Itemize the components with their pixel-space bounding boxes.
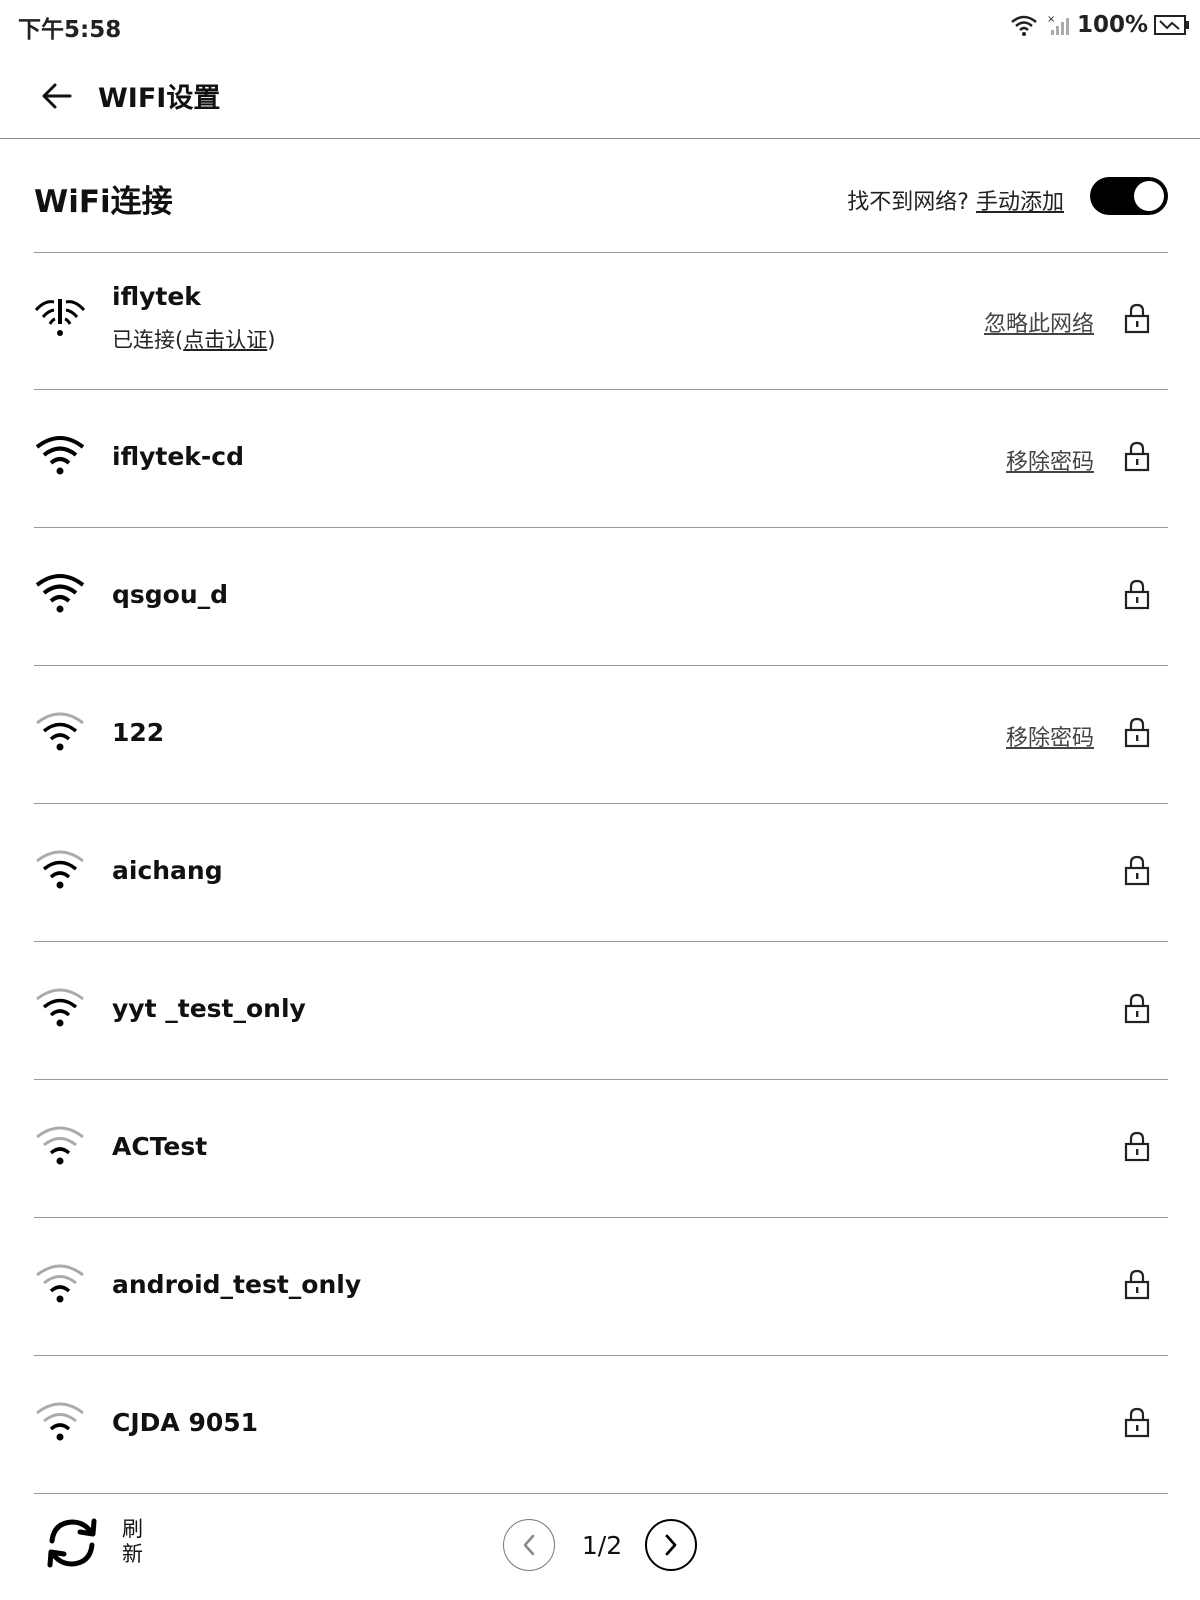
refresh-icon <box>47 1518 97 1568</box>
wifi-row[interactable]: yyt _test_only <box>34 942 1168 1080</box>
toggle-knob <box>1134 181 1164 211</box>
lock-icon <box>1124 1131 1150 1162</box>
wifi-strong-icon <box>35 574 85 613</box>
ssid: ACTest <box>112 1132 208 1161</box>
page-indicator: 1/2 <box>581 1531 623 1560</box>
lock-icon <box>1124 1269 1150 1300</box>
ssid: qsgou_d <box>112 580 229 609</box>
signal-icon: × <box>1047 14 1069 35</box>
lock-icon <box>1124 855 1150 886</box>
wifi-auth-icon <box>34 299 86 336</box>
chevron-left-icon <box>523 1534 535 1556</box>
battery-charging-icon <box>1154 15 1189 35</box>
lock-icon <box>1124 717 1150 748</box>
status-time: 下午5:58 <box>18 17 122 43</box>
status-bar: 下午5:58 × 100% <box>0 0 1200 48</box>
wifi-toggle[interactable] <box>1090 177 1168 215</box>
hint-text: 找不到网络? <box>847 190 969 215</box>
next-page-button[interactable] <box>645 1519 697 1571</box>
previous-page-button[interactable] <box>503 1519 555 1571</box>
connection-status: 已连接(点击认证) <box>112 324 275 354</box>
remove-password-link[interactable]: 移除密码 <box>1006 444 1094 476</box>
refresh-label: 刷新 <box>122 1517 143 1566</box>
ssid: iflytek-cd <box>112 442 245 471</box>
wifi-row[interactable]: iflytek 已连接(点击认证) 忽略此网络 <box>34 252 1168 390</box>
wifi-row[interactable]: android_test_only <box>34 1218 1168 1356</box>
wifi-row[interactable]: iflytek-cd 移除密码 <box>34 390 1168 528</box>
battery-percent: 100% <box>1076 12 1148 38</box>
wifi-medium-icon <box>36 988 84 1027</box>
lock-icon <box>1124 993 1150 1024</box>
refresh-button[interactable]: 刷新 <box>44 1515 154 1577</box>
arrow-left-icon <box>42 83 72 109</box>
lock-icon <box>1124 1407 1150 1438</box>
ssid: CJDA 9051 <box>112 1408 259 1437</box>
back-button[interactable] <box>34 74 78 118</box>
ssid: iflytek <box>112 282 201 311</box>
wifi-list: iflytek 已连接(点击认证) 忽略此网络 iflytek-cd 移除密码 <box>34 252 1168 1494</box>
wifi-weak-icon <box>36 1264 84 1303</box>
ssid: android_test_only <box>112 1270 362 1299</box>
wifi-row[interactable]: 122 移除密码 <box>34 666 1168 804</box>
wifi-icon <box>1011 15 1037 36</box>
wifi-row[interactable]: CJDA 9051 <box>34 1356 1168 1494</box>
section-title: WiFi连接 <box>34 184 173 220</box>
bottom-bar: 刷新 1/2 <box>0 1495 1200 1600</box>
ssid: aichang <box>112 856 223 885</box>
remove-password-link[interactable]: 移除密码 <box>1006 720 1094 752</box>
wifi-row[interactable]: qsgou_d <box>34 528 1168 666</box>
wifi-row[interactable]: aichang <box>34 804 1168 942</box>
lock-icon <box>1124 579 1150 610</box>
wifi-weak-icon <box>36 1402 84 1441</box>
wifi-medium-icon <box>36 712 84 751</box>
wifi-row[interactable]: ACTest <box>34 1080 1168 1218</box>
status-suffix: ) <box>267 328 276 352</box>
chevron-right-icon <box>665 1534 677 1556</box>
lock-icon <box>1124 441 1150 472</box>
lock-icon <box>1124 303 1150 334</box>
wifi-section-header: WiFi连接 找不到网络? 手动添加 <box>34 140 1168 253</box>
ssid: yyt _test_only <box>112 994 306 1023</box>
manual-add-hint: 找不到网络? 手动添加 <box>847 184 1064 216</box>
manual-add-link[interactable]: 手动添加 <box>976 190 1064 215</box>
wifi-strong-icon <box>35 436 85 475</box>
wifi-medium-icon <box>36 850 84 889</box>
ssid: 122 <box>112 718 165 747</box>
page-title: WIFI设置 <box>98 83 221 114</box>
svg-text:×: × <box>1047 14 1055 25</box>
auth-link[interactable]: 点击认证 <box>183 328 267 352</box>
titlebar: WIFI设置 <box>0 48 1200 139</box>
status-icons: × 100% <box>1009 10 1190 40</box>
wifi-weak-icon <box>36 1126 84 1165</box>
forget-network-link[interactable]: 忽略此网络 <box>984 306 1094 338</box>
status-text: 已连接( <box>112 328 184 352</box>
